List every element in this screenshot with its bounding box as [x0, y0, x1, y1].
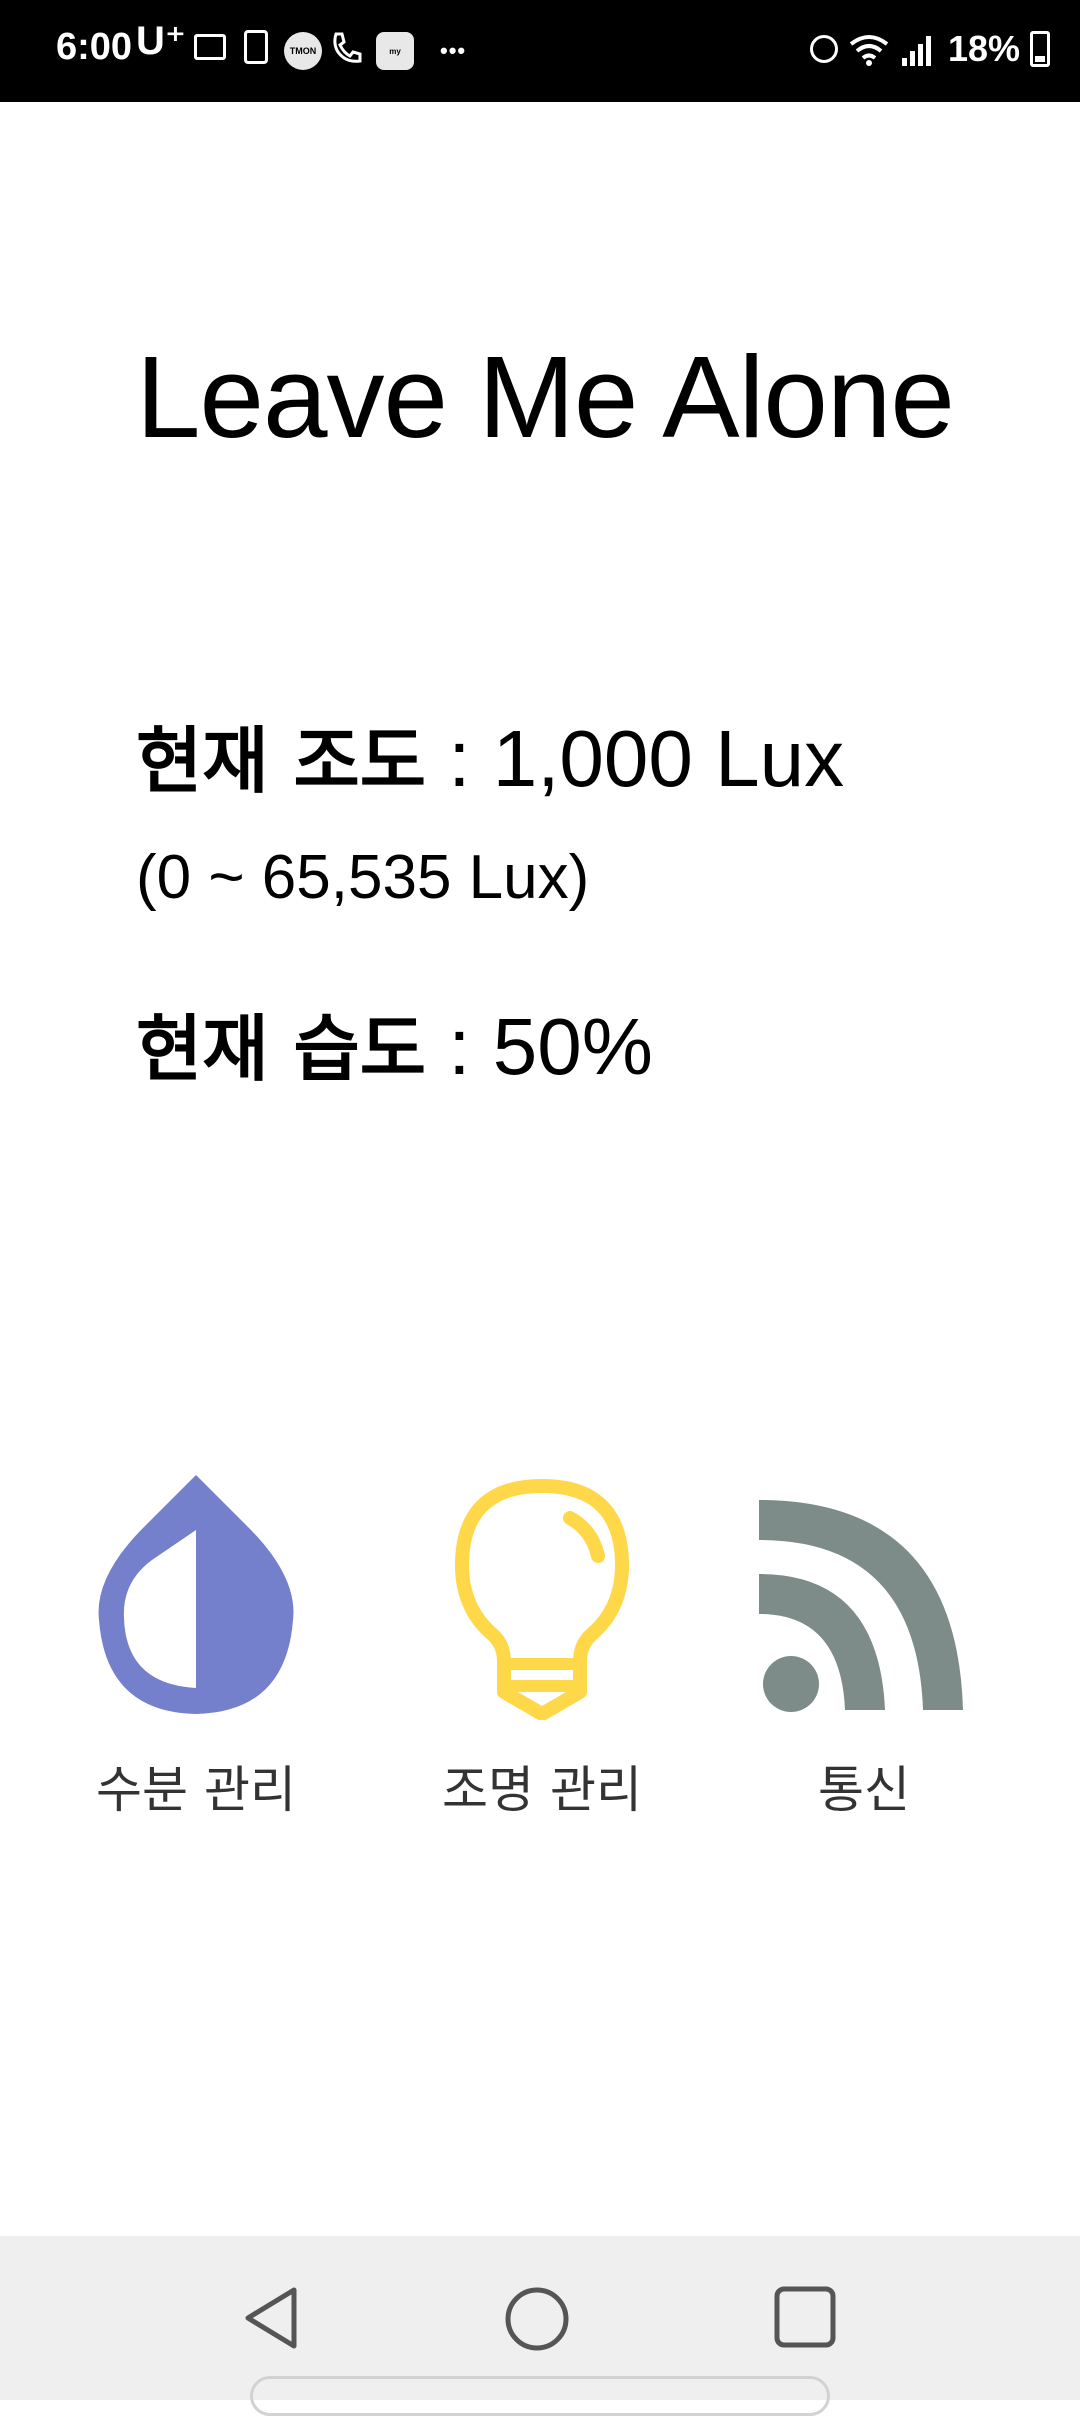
water-drop-icon: [98, 1475, 294, 1714]
rss-feed-icon: [759, 1500, 963, 1712]
humidity-label: 현재 습도: [136, 1007, 427, 1091]
alarm-icon: [809, 35, 838, 63]
light-management-label: 조명 관리: [442, 1761, 642, 1819]
home-icon[interactable]: [504, 2286, 570, 2352]
phone-icon: [333, 32, 362, 63]
message-icon: [194, 34, 226, 60]
water-management-label: 수분 관리: [96, 1761, 296, 1819]
illuminance-reading: 현재 조도 : 1,000 Lux: [136, 702, 844, 807]
page-title: Leave Me Alone: [136, 332, 955, 462]
wifi-icon: [849, 35, 889, 66]
light-management-button[interactable]: 조명 관리: [392, 1470, 692, 1822]
battery-icon: [1030, 31, 1050, 67]
navigation-bar: [0, 2236, 1080, 2416]
who-app-icon: my: [376, 32, 414, 70]
tmon-icon: TMON: [284, 32, 322, 70]
communication-button[interactable]: 통신: [714, 1470, 1014, 1822]
back-icon[interactable]: [240, 2286, 304, 2350]
illuminance-label: 현재 조도: [136, 719, 427, 803]
light-bulb-icon: [454, 1479, 630, 1720]
illuminance-value: : 1,000 Lux: [426, 714, 845, 803]
status-right-group: 18%: [809, 28, 1050, 70]
water-management-button[interactable]: 수분 관리: [46, 1470, 346, 1822]
signal-icon: [901, 36, 931, 66]
more-notifications-icon: •••: [440, 38, 467, 63]
illuminance-range: (0 ~ 65,535 Lux): [136, 843, 590, 912]
recent-apps-icon[interactable]: [774, 2286, 836, 2348]
suitcase-icon: [244, 30, 268, 64]
communication-label: 통신: [818, 1761, 910, 1819]
gesture-handle[interactable]: [250, 2376, 830, 2416]
status-time: 6:00: [56, 26, 133, 68]
battery-percent: 18%: [947, 28, 1020, 69]
humidity-value: : 50%: [426, 1002, 653, 1091]
status-bar: 6:00 U⁺ TMON my ••• 18%: [0, 0, 1080, 102]
carrier-label: U⁺: [136, 19, 186, 63]
humidity-reading: 현재 습도 : 50%: [136, 990, 653, 1095]
